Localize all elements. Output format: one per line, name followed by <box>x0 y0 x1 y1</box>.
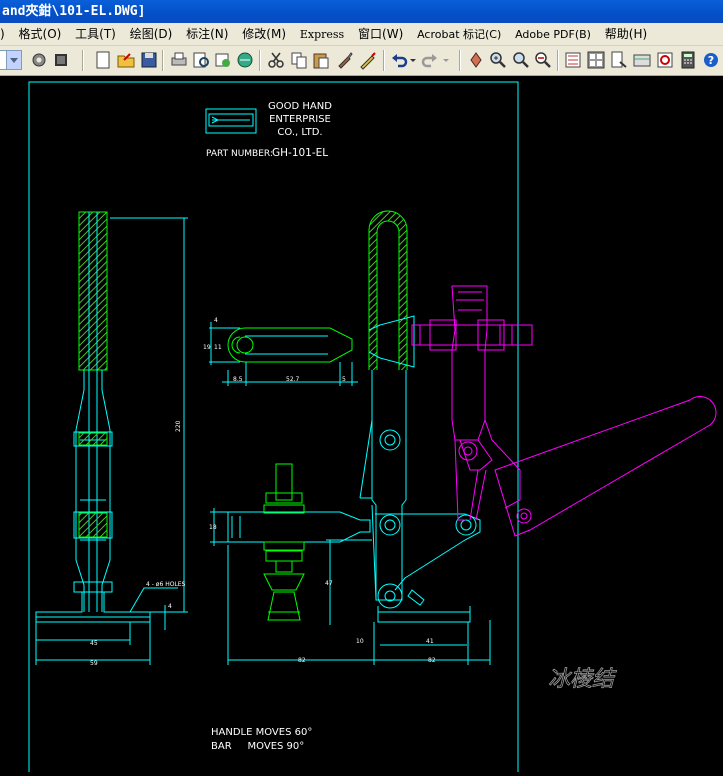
company-name-line-2: ENTERPRISE <box>269 114 331 125</box>
company-logo <box>205 108 257 134</box>
menu-item-express[interactable]: Express <box>296 24 350 45</box>
menu-bar: ) 格式(O) 工具(T) 绘图(D) 标注(N) 修改(M) Express … <box>0 23 723 46</box>
chevron-down-icon[interactable] <box>6 51 21 69</box>
dim-bar-length: 52.7 <box>286 376 300 383</box>
redo-icon[interactable] <box>420 50 440 70</box>
drawing-svg: GOOD HAND ENTERPRISE CO., LTD. PART NUMB… <box>28 81 717 776</box>
markup-icon[interactable] <box>655 50 675 70</box>
zoom-previous-icon[interactable] <box>533 50 553 70</box>
toolbar-separator <box>557 50 559 71</box>
toolbar-separator <box>459 50 461 71</box>
cut-icon[interactable] <box>266 50 286 70</box>
zoom-realtime-icon[interactable] <box>488 50 508 70</box>
side-view <box>35 211 188 665</box>
print-preview-icon[interactable] <box>191 50 211 70</box>
watermark: 冰棱结 <box>548 667 617 692</box>
dim-bottom-right: 82 <box>428 657 436 664</box>
publish-icon[interactable] <box>213 50 233 70</box>
company-name-line-3: CO., LTD. <box>277 127 322 138</box>
dim-bottom-41: 41 <box>426 638 434 645</box>
zoom-window-icon[interactable] <box>511 50 531 70</box>
front-dimensions <box>210 508 491 665</box>
calculator-icon[interactable] <box>678 50 698 70</box>
menu-item-tools[interactable]: 工具(T) <box>71 23 122 45</box>
menu-item-leading[interactable]: ) <box>0 23 11 45</box>
block-editor-icon[interactable] <box>358 50 378 70</box>
save-icon[interactable] <box>139 50 159 70</box>
match-properties-icon[interactable] <box>335 50 355 70</box>
etransmit-icon[interactable] <box>235 50 255 70</box>
layer-combo[interactable] <box>0 50 22 70</box>
toolbar-separator <box>162 50 164 71</box>
dim-bar-height: 19 <box>203 344 211 351</box>
toolbar-separator <box>82 50 84 71</box>
menu-item-draw[interactable]: 绘图(D) <box>126 23 179 45</box>
undo-icon[interactable] <box>389 50 409 70</box>
bar-detail <box>209 322 358 386</box>
dim-bar-right: 5 <box>342 376 346 383</box>
svg-text:?: ? <box>708 54 714 67</box>
chip-icon[interactable] <box>51 50 71 70</box>
front-view <box>227 210 481 623</box>
dim-holes: 4 - ø6 HOLES <box>146 581 186 588</box>
dim-bottom-left: 82 <box>298 657 306 664</box>
toolbar-separator <box>383 50 385 71</box>
window-title: and夾鉗\101-EL.DWG] <box>0 0 723 23</box>
standard-toolbar: ? <box>0 46 723 76</box>
company-name-line-1: GOOD HAND <box>268 101 332 112</box>
chevron-down-icon[interactable] <box>408 50 418 70</box>
menu-item-window[interactable]: 窗口(W) <box>354 23 409 45</box>
sheet-set-icon[interactable] <box>632 50 652 70</box>
help-icon[interactable]: ? <box>701 50 721 70</box>
dim-arm-height: 18 <box>209 524 217 531</box>
menu-item-help[interactable]: 帮助(H) <box>601 23 653 45</box>
copy-icon[interactable] <box>289 50 309 70</box>
menu-item-dimension[interactable]: 标注(N) <box>182 23 234 45</box>
dim-bar-gap: 11 <box>214 344 222 351</box>
toolbar-separator <box>259 50 261 71</box>
dim-base-outer: 59 <box>90 660 98 667</box>
print-icon[interactable] <box>169 50 189 70</box>
chevron-down-icon[interactable] <box>441 50 451 70</box>
menu-item-acrobat[interactable]: Acrobat 标记(C) <box>413 24 507 45</box>
part-number-label: PART NUMBER: <box>206 149 273 159</box>
new-file-icon[interactable] <box>93 50 113 70</box>
tool-palettes-icon[interactable] <box>609 50 629 70</box>
properties-icon[interactable] <box>563 50 583 70</box>
design-center-icon[interactable] <box>586 50 606 70</box>
paste-icon[interactable] <box>311 50 331 70</box>
dim-base-thickness: 4 <box>168 603 172 610</box>
menu-item-modify[interactable]: 修改(M) <box>238 23 292 45</box>
dim-pivot-height: 47 <box>325 580 333 587</box>
note-handle: HANDLE MOVES 60° <box>211 727 312 738</box>
open-file-icon[interactable] <box>116 50 136 70</box>
open-position-outline <box>411 285 717 537</box>
dim-overall-height: 220 <box>175 420 182 432</box>
menu-item-format[interactable]: 格式(O) <box>15 23 68 45</box>
dim-base-inner: 45 <box>90 640 98 647</box>
dim-bottom-10: 10 <box>356 638 364 645</box>
pan-icon[interactable] <box>466 50 486 70</box>
gear-icon[interactable] <box>29 50 49 70</box>
sheet-border <box>28 81 519 776</box>
drawing-canvas[interactable]: GOOD HAND ENTERPRISE CO., LTD. PART NUMB… <box>0 76 723 776</box>
dim-bar-top: 4 <box>214 317 218 324</box>
dim-bar-left: 8.5 <box>233 376 243 383</box>
part-number: GH-101-EL <box>272 147 328 159</box>
note-bar: BAR MOVES 90° <box>211 741 304 752</box>
menu-item-adobe-pdf[interactable]: Adobe PDF(B) <box>511 24 597 45</box>
